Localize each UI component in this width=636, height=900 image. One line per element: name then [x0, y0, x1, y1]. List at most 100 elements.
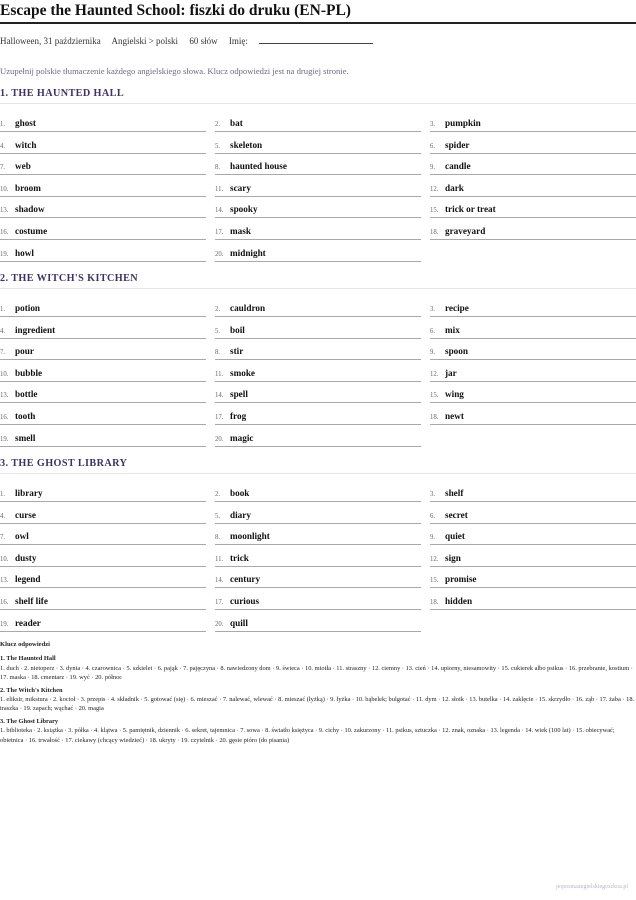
- item-number: 7.: [0, 534, 6, 542]
- item-word: spoon: [445, 346, 468, 357]
- vocab-item[interactable]: 3. pumpkin: [430, 111, 636, 132]
- vocab-item[interactable]: 5. diary: [215, 503, 421, 524]
- vocab-item[interactable]: 9. spoon: [430, 339, 636, 361]
- item-number: 19.: [0, 620, 9, 628]
- vocab-item[interactable]: 14. century: [215, 567, 421, 589]
- vocab-item[interactable]: 18. graveyard: [430, 219, 636, 240]
- vocab-item[interactable]: 10. broom: [0, 176, 206, 197]
- vocab-item[interactable]: 15. trick or treat: [430, 197, 636, 219]
- vocab-item[interactable]: 10. bubble: [0, 361, 206, 382]
- vocab-item[interactable]: 17. mask: [215, 219, 421, 240]
- item-word: costume: [15, 226, 48, 236]
- answer-key-section-text: 1. duch · 2. nietoperz · 3. dynia · 4. c…: [0, 664, 633, 682]
- vocab-item[interactable]: 6. mix: [430, 318, 636, 339]
- vocab-item[interactable]: 2. cauldron: [215, 296, 421, 317]
- item-word: haunted house: [230, 161, 287, 172]
- vocab-item[interactable]: 11. smoke: [215, 361, 421, 382]
- vocab-item[interactable]: 12. dark: [430, 176, 636, 197]
- vocab-item[interactable]: 18. hidden: [430, 589, 636, 610]
- vocab-item[interactable]: 7. owl: [0, 524, 206, 546]
- vocab-item[interactable]: 14. spell: [215, 382, 421, 404]
- vocab-item[interactable]: 12. jar: [430, 361, 636, 382]
- vocab-item[interactable]: 10. dusty: [0, 546, 206, 567]
- vocab-item[interactable]: 9. candle: [430, 154, 636, 176]
- vocab-item[interactable]: 14. spooky: [215, 197, 421, 219]
- item-word: curious: [230, 596, 260, 606]
- vocab-item[interactable]: 13. legend: [0, 567, 206, 589]
- vocab-item[interactable]: 5. skeleton: [215, 133, 421, 154]
- vocab-item[interactable]: 19. howl: [0, 241, 206, 262]
- item-number: 6.: [430, 142, 436, 150]
- vocab-item[interactable]: 11. scary: [215, 176, 421, 197]
- item-word: broom: [15, 182, 41, 193]
- item-word: shelf life: [15, 596, 48, 606]
- vocab-item[interactable]: 2. bat: [215, 111, 421, 132]
- vocab-item[interactable]: 7. pour: [0, 339, 206, 361]
- item-word: magic: [230, 432, 254, 443]
- vocab-item[interactable]: 19. smell: [0, 426, 206, 447]
- name-field[interactable]: [258, 37, 373, 44]
- item-number: 2.: [215, 121, 221, 128]
- vocab-item[interactable]: 1. potion: [0, 296, 206, 317]
- item-word: witch: [15, 139, 37, 150]
- item-word: mix: [445, 324, 460, 335]
- vocab-item[interactable]: 18. newt: [430, 404, 636, 425]
- item-number: 4.: [0, 512, 6, 520]
- vocab-item[interactable]: 20. magic: [215, 426, 421, 447]
- vocab-item[interactable]: 11. trick: [215, 546, 421, 567]
- vocab-item[interactable]: 2. book: [215, 481, 421, 502]
- vocab-item[interactable]: 16. tooth: [0, 404, 206, 425]
- item-word: pour: [15, 346, 34, 357]
- language-breadcrumb: Angielski > polski: [111, 36, 179, 46]
- vocab-item[interactable]: 6. secret: [430, 503, 636, 524]
- item-word: pumpkin: [445, 118, 481, 128]
- item-number: 3.: [430, 491, 436, 498]
- vocab-item[interactable]: 20. midnight: [215, 241, 421, 262]
- item-number: 10.: [0, 185, 9, 193]
- vocab-item[interactable]: 4. curse: [0, 503, 206, 524]
- vocab-item[interactable]: 17. curious: [215, 589, 421, 610]
- item-word: secret: [445, 509, 468, 520]
- item-number: 1.: [0, 491, 6, 498]
- item-number: 2.: [215, 306, 221, 313]
- vocab-item[interactable]: 8. moonlight: [215, 524, 421, 546]
- item-number: 9.: [430, 164, 436, 172]
- vocab-item[interactable]: 3. shelf: [430, 481, 636, 502]
- vocab-item[interactable]: 19. reader: [0, 611, 206, 632]
- vocab-item[interactable]: 5. boil: [215, 318, 421, 339]
- item-number: 6.: [430, 512, 436, 520]
- vocab-item[interactable]: 17. frog: [215, 404, 421, 425]
- item-number: 18.: [430, 414, 439, 421]
- vocab-item[interactable]: 4. ingredient: [0, 318, 206, 339]
- vocab-item[interactable]: 16. shelf life: [0, 589, 206, 610]
- section-divider: [0, 473, 636, 474]
- item-number: 15.: [430, 207, 439, 215]
- vocab-item[interactable]: 8. stir: [215, 339, 421, 361]
- vocab-item[interactable]: 3. recipe: [430, 296, 636, 317]
- item-word: quill: [230, 617, 248, 628]
- item-word: howl: [15, 247, 34, 258]
- item-number: 17.: [215, 414, 224, 421]
- item-word: spooky: [230, 204, 258, 215]
- vocab-item[interactable]: 7. web: [0, 154, 206, 176]
- date-label: Halloween, 31 października: [0, 36, 101, 46]
- item-word: moonlight: [230, 531, 270, 542]
- vocab-item[interactable]: 15. promise: [430, 567, 636, 589]
- vocab-item[interactable]: 1. ghost: [0, 111, 206, 132]
- vocab-item[interactable]: 1. library: [0, 481, 206, 502]
- section-title: 2. THE WITCH'S KITCHEN: [0, 273, 139, 284]
- vocab-item[interactable]: 13. bottle: [0, 382, 206, 404]
- vocab-item[interactable]: 4. witch: [0, 133, 206, 154]
- vocab-item[interactable]: 8. haunted house: [215, 154, 421, 176]
- item-number: 1.: [0, 306, 6, 313]
- vocab-item[interactable]: 12. sign: [430, 546, 636, 567]
- vocab-item[interactable]: 13. shadow: [0, 197, 206, 219]
- vocab-item[interactable]: 16. costume: [0, 219, 206, 240]
- item-word: jar: [445, 367, 457, 378]
- vocab-item[interactable]: 15. wing: [430, 382, 636, 404]
- item-word: reader: [15, 617, 41, 628]
- vocab-item[interactable]: 20. quill: [215, 611, 421, 632]
- item-word: owl: [15, 531, 29, 542]
- vocab-item[interactable]: 6. spider: [430, 133, 636, 154]
- vocab-item[interactable]: 9. quiet: [430, 524, 636, 546]
